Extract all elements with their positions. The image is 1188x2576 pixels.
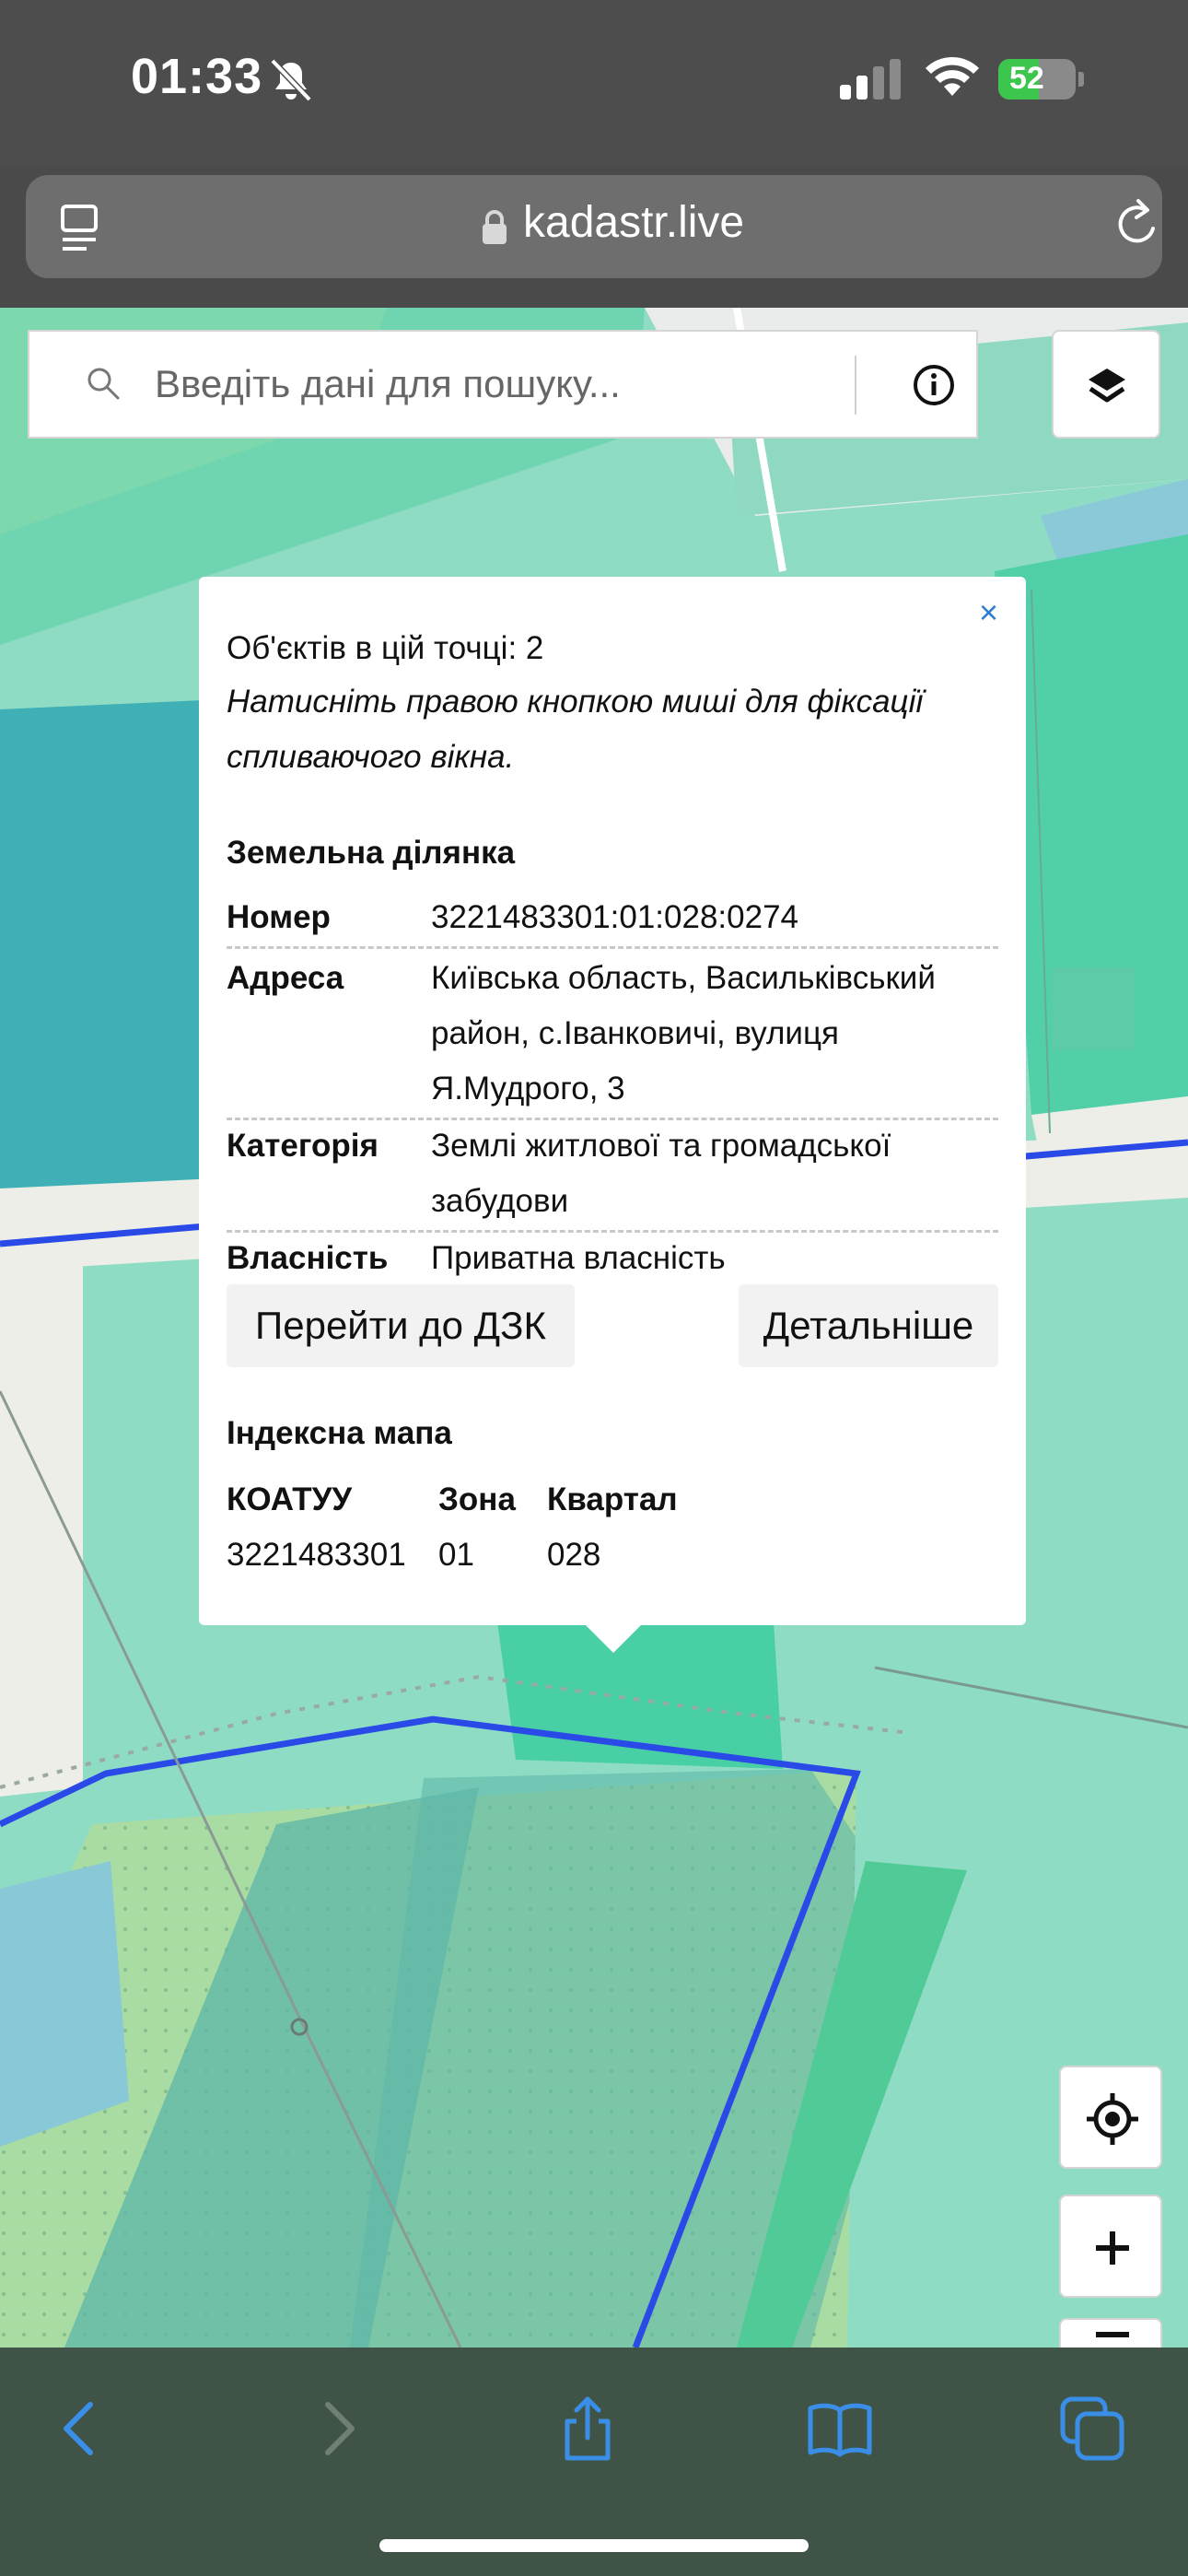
zoom-out-button[interactable]: [1059, 2318, 1162, 2348]
property-row-ownership: Власність Приватна власність: [227, 1231, 998, 1290]
zoom-in-icon: [1096, 2231, 1129, 2265]
wifi-icon: [926, 56, 979, 96]
locate-button[interactable]: [1059, 2066, 1162, 2169]
bell-slash-icon: [270, 58, 312, 102]
forward-icon[interactable]: [304, 2395, 370, 2462]
layers-button[interactable]: [1052, 330, 1160, 439]
index-header-quarter: Квартал: [547, 1481, 678, 1517]
home-indicator: [379, 2539, 809, 2552]
property-value: Приватна власність: [431, 1240, 726, 1276]
popup-close-button[interactable]: ×: [979, 593, 998, 632]
objects-count: Об'єктів в цій точці: 2: [227, 630, 544, 666]
index-header-koatuu: КОАТУУ: [227, 1481, 353, 1517]
search-divider: [855, 356, 856, 415]
index-map-title: Індексна мапа: [227, 1415, 452, 1451]
layers-icon: [1089, 369, 1125, 403]
index-header-zone: Зона: [438, 1481, 516, 1517]
zoom-out-icon: [1096, 2332, 1129, 2337]
info-icon[interactable]: [912, 363, 956, 407]
url-text[interactable]: kadastr.live: [523, 197, 744, 248]
battery-charging-icon: 52: [998, 59, 1084, 100]
parcel-title: Земельна ділянка: [227, 835, 516, 871]
lock-icon: [483, 210, 507, 244]
status-bar: 01:33 52: [0, 0, 1188, 166]
index-value-zone: 01: [438, 1537, 474, 1573]
map-search-box: [28, 330, 978, 439]
index-value-koatuu: 3221483301: [227, 1537, 406, 1573]
address-bar[interactable]: kadastr.live: [26, 175, 1162, 278]
reader-menu-icon[interactable]: [59, 203, 107, 254]
property-key: Номер: [227, 899, 331, 935]
property-value: 3221483301:01:028:0274: [431, 899, 799, 935]
locate-icon: [1087, 2093, 1138, 2145]
property-row-number: Номер 3221483301:01:028:0274: [227, 890, 998, 949]
popup-pointer: [584, 1623, 643, 1653]
status-time: 01:33: [131, 49, 263, 104]
property-key: Адреса: [227, 960, 344, 996]
back-icon[interactable]: [48, 2395, 114, 2462]
cellular-signal-icon: [840, 59, 901, 100]
property-key: Власність: [227, 1240, 389, 1276]
search-icon: [87, 368, 120, 400]
property-value: Київська область, Васильківський район, …: [431, 960, 936, 1107]
battery-percent: 52: [1009, 61, 1044, 96]
parcel-popup: × Об'єктів в цій точці: 2 Натисніть прав…: [199, 577, 1026, 1625]
details-button[interactable]: Детальніше: [739, 1284, 998, 1367]
share-icon[interactable]: [554, 2395, 621, 2462]
reload-icon[interactable]: [1111, 197, 1162, 254]
tabs-icon[interactable]: [1059, 2395, 1125, 2462]
index-value-quarter: 028: [547, 1537, 601, 1573]
property-value: Землі житлової та громадської забудови: [431, 1128, 891, 1219]
property-key: Категорія: [227, 1128, 379, 1164]
zoom-in-button[interactable]: [1059, 2195, 1162, 2298]
bookmarks-icon[interactable]: [807, 2395, 873, 2462]
property-row-address: Адреса Київська область, Васильківський …: [227, 951, 998, 1120]
popup-hint: Натисніть правою кнопкою миші для фіксац…: [227, 684, 924, 775]
screen: 01:33 52 kadastr.live Введіть дані для п…: [0, 0, 1188, 2576]
search-input[interactable]: [155, 352, 864, 416]
property-row-category: Категорія Землі житлової та громадської …: [227, 1118, 998, 1233]
go-to-dzk-button[interactable]: Перейти до ДЗК: [227, 1284, 575, 1367]
